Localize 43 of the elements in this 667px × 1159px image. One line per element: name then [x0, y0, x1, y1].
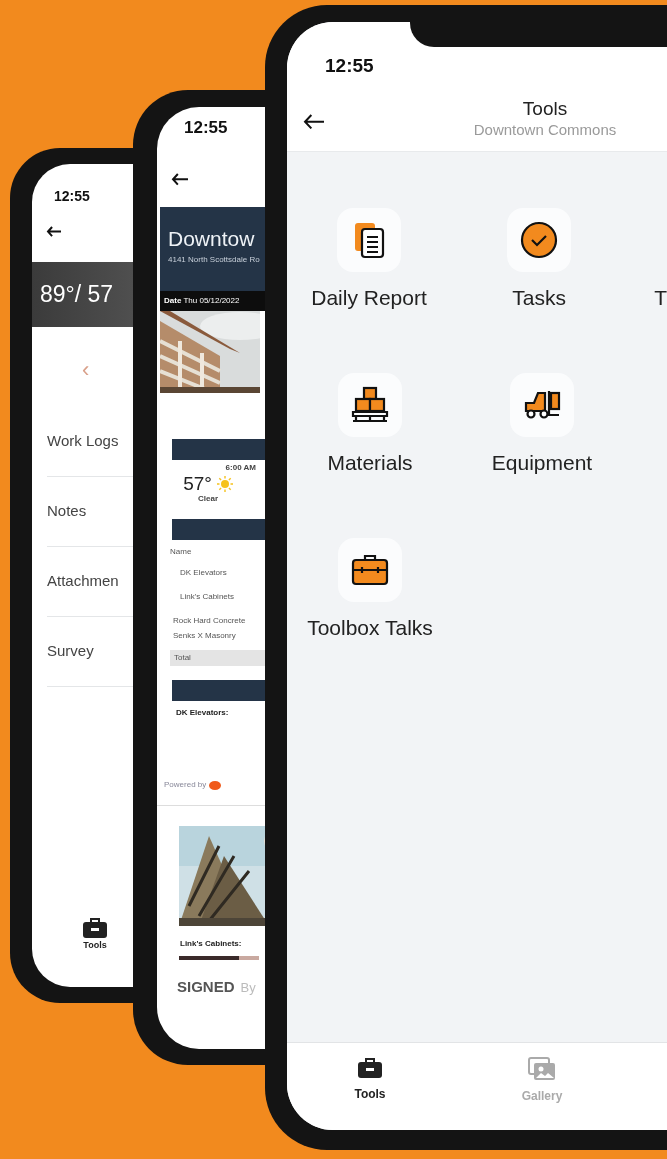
back-arrow-icon[interactable] — [46, 226, 62, 238]
weather-temperature: 89°/ 57 — [40, 280, 114, 310]
table-cell-text: Senks X Masonry — [173, 630, 237, 642]
tool-tile[interactable]: Tasks — [454, 208, 625, 338]
screen-subtitle: Downtown Commons — [472, 120, 618, 139]
powered-by-label: Powered by — [164, 779, 207, 791]
status-time: 12:55 — [184, 118, 228, 137]
weather-condition: Clear — [198, 493, 218, 505]
boxes-icon — [350, 385, 390, 425]
check-circle-icon — [519, 220, 560, 260]
back-arrow-icon[interactable] — [303, 114, 325, 130]
tab-item[interactable]: Tools — [287, 1057, 456, 1130]
table-cell-text: DK Elevators — [180, 567, 228, 579]
report-title: Downtow — [168, 227, 256, 251]
back-arrow-icon[interactable] — [171, 173, 189, 186]
signed-label: SIGNED — [177, 977, 235, 997]
gallery-icon — [528, 1057, 556, 1081]
menu-item[interactable]: Work Logs — [47, 430, 119, 453]
tool-tile[interactable]: Materials — [287, 373, 456, 503]
temperature: 57° — [183, 474, 212, 493]
tool-tile[interactable]: Equipment — [456, 373, 628, 503]
weather-time: 6:00 AM — [225, 462, 256, 474]
toolbox-icon — [357, 1057, 383, 1079]
status-time: 12:55 — [54, 188, 90, 204]
menu-item[interactable]: Attachmen — [47, 570, 119, 593]
menu-item[interactable]: Survey — [47, 640, 94, 663]
table-cell-text: Link's Cabinets — [180, 591, 235, 603]
logo-icon — [209, 780, 222, 790]
screen-title: Tools — [521, 98, 569, 121]
tab-item[interactable]: Tools — [67, 917, 123, 953]
table-header: Name — [170, 546, 193, 558]
status-time: 12:55 — [325, 55, 374, 76]
tool-tile[interactable]: Daily Report — [287, 208, 455, 338]
tool-tile[interactable]: T — [654, 282, 667, 314]
report-date: Date Thu 05/12/2022 — [164, 295, 240, 307]
section-title: Link's Cabinets: — [180, 938, 243, 950]
signed-by: By — [240, 979, 256, 997]
sun-icon — [216, 475, 233, 492]
report-address: 4141 North Scottsdale Ro — [168, 254, 261, 267]
section-title: DK Elevators: — [176, 707, 230, 719]
menu-item[interactable]: Notes — [47, 500, 87, 523]
toolbox-icon — [82, 917, 108, 939]
table-cell-text: Rock Hard Concrete — [173, 615, 247, 627]
